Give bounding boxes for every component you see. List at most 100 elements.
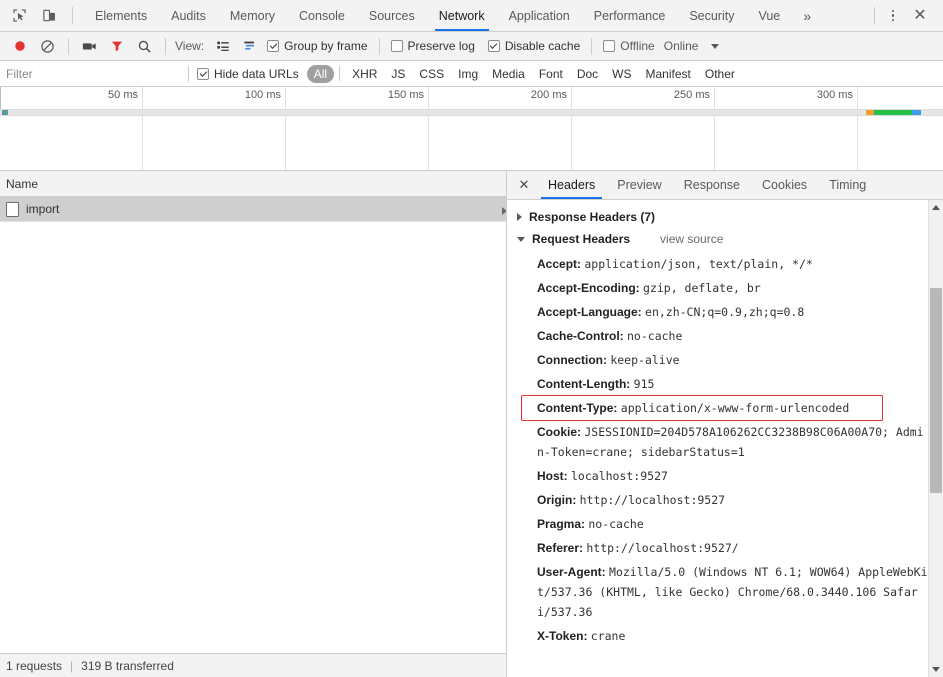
magnifier-icon[interactable] [132,35,156,58]
header-row[interactable]: Accept: application/json, text/plain, */… [507,252,943,276]
overview-tick-label: 250 ms [673,89,710,101]
overview-gridline [714,87,715,170]
view-source-link[interactable]: view source [660,232,723,246]
detail-tab-label: Headers [548,178,596,192]
type-filter-css[interactable]: CSS [412,65,451,83]
header-row[interactable]: Content-Type: application/x-www-form-url… [507,396,943,420]
filter-bar: Hide data URLs All XHR JS CSS Img Media … [0,61,943,87]
scroll-up-arrow-icon[interactable] [929,200,943,215]
close-icon[interactable]: ✕ [511,171,537,199]
header-value: no-cache [627,329,683,343]
close-icon[interactable]: ✕ [907,4,933,28]
header-row[interactable]: Referer: http://localhost:9527/ [507,536,943,560]
detail-scrollbar[interactable] [928,200,943,677]
kebab-menu-icon[interactable] [881,4,905,28]
tab-audits[interactable]: Audits [159,0,218,31]
clear-prohibited-icon[interactable] [35,35,59,58]
scrollbar-thumb[interactable] [930,288,942,493]
tab-elements[interactable]: Elements [83,0,159,31]
tab-label: Elements [95,8,148,23]
tab-label: Console [299,8,345,23]
request-detail-pane: ✕ Headers Preview Response Cookies Timin… [506,171,943,677]
inspect-element-icon[interactable] [8,5,30,27]
type-filter-all[interactable]: All [306,64,335,83]
disable-cache-checkbox[interactable]: Disable cache [486,39,582,53]
throttling-value[interactable]: Online [664,39,699,53]
pane-resizer[interactable] [503,171,508,677]
request-table-header: Name [0,171,506,197]
tab-performance[interactable]: Performance [582,0,678,31]
tab-timing[interactable]: Timing [818,171,877,199]
transferred-size: 319 B transferred [81,658,174,673]
network-overview-timeline[interactable]: 50 ms 100 ms 150 ms 200 ms 250 ms 300 ms [0,87,943,171]
tab-cookies[interactable]: Cookies [751,171,818,199]
header-row[interactable]: Origin: http://localhost:9527 [507,488,943,512]
response-headers-section[interactable]: Response Headers (7) [507,206,943,228]
header-row[interactable]: Pragma: no-cache [507,512,943,536]
tab-console[interactable]: Console [287,0,357,31]
tab-sources[interactable]: Sources [357,0,427,31]
camera-icon[interactable] [78,35,102,58]
type-divider [339,66,341,81]
tab-label: Security [689,8,735,23]
filter-input[interactable] [0,61,186,86]
column-header-name[interactable]: Name [6,177,38,191]
preserve-log-checkbox[interactable]: Preserve log [389,39,477,53]
header-row[interactable]: Content-Length: 915 [507,372,943,396]
tab-label: Application [508,8,570,23]
detail-tab-label: Timing [829,178,867,192]
header-row[interactable]: Accept-Language: en,zh-CN;q=0.9,zh;q=0.8 [507,300,943,324]
request-name: import [26,202,60,216]
header-row[interactable]: Connection: keep-alive [507,348,943,372]
type-filter-ws[interactable]: WS [605,65,638,83]
type-filter-js[interactable]: JS [384,65,412,83]
type-filter-doc[interactable]: Doc [570,65,605,83]
tab-preview[interactable]: Preview [606,171,672,199]
header-value: application/x-www-form-urlencoded [620,401,850,415]
hide-data-urls-checkbox[interactable]: Hide data URLs [195,67,301,81]
offline-checkbox[interactable]: Offline [601,39,656,53]
detail-tabbar: ✕ Headers Preview Response Cookies Timin… [507,171,943,200]
type-filter-other[interactable]: Other [698,65,742,83]
header-key: Accept-Encoding: [537,281,644,295]
tab-label: Vue [758,8,781,23]
header-row[interactable]: X-Token: crane [507,624,943,648]
header-value: crane [590,629,626,643]
waterfall-icon[interactable] [238,35,262,58]
header-value: 915 [633,377,655,391]
toolbar-divider-4 [591,37,593,55]
header-row[interactable]: Host: localhost:9527 [507,464,943,488]
header-row[interactable]: Accept-Encoding: gzip, deflate, br [507,276,943,300]
group-by-frame-checkbox[interactable]: Group by frame [265,39,369,53]
chevron-double-right-icon[interactable]: » [792,0,822,31]
request-headers-section[interactable]: Request Headers view source [507,228,943,250]
device-toolbar-icon[interactable] [38,5,60,27]
header-row[interactable]: Cache-Control: no-cache [507,324,943,348]
tab-vue[interactable]: Vue [746,0,792,31]
list-rows-icon[interactable] [211,35,235,58]
header-value: http://localhost:9527/ [586,541,739,555]
header-row[interactable]: User-Agent: Mozilla/5.0 (Windows NT 6.1;… [507,560,943,624]
tab-security[interactable]: Security [677,0,746,31]
tab-network[interactable]: Network [427,0,497,31]
scroll-down-arrow-icon[interactable] [929,662,943,677]
tab-memory[interactable]: Memory [218,0,287,31]
table-row[interactable]: import [0,197,506,222]
record-circle-icon[interactable] [8,35,32,58]
header-row[interactable]: Cookie: JSESSIONID=204D578A106262CC3238B… [507,420,943,464]
headers-content: Response Headers (7) Request Headers vie… [507,200,943,677]
tab-application[interactable]: Application [497,0,582,31]
type-filter-font[interactable]: Font [532,65,570,83]
document-icon [6,201,19,217]
type-filter-media[interactable]: Media [485,65,532,83]
funnel-icon[interactable] [105,35,129,58]
type-filter-xhr[interactable]: XHR [345,65,384,83]
tab-headers[interactable]: Headers [537,171,606,199]
network-toolbar: View: Group by frame Preserve log Disabl… [0,32,943,61]
type-filter-img[interactable]: Img [451,65,485,83]
overview-gridline [142,87,143,170]
type-filter-manifest[interactable]: Manifest [639,65,698,83]
tab-response[interactable]: Response [673,171,751,199]
header-value: no-cache [588,517,644,531]
caret-down-icon[interactable] [711,43,720,49]
